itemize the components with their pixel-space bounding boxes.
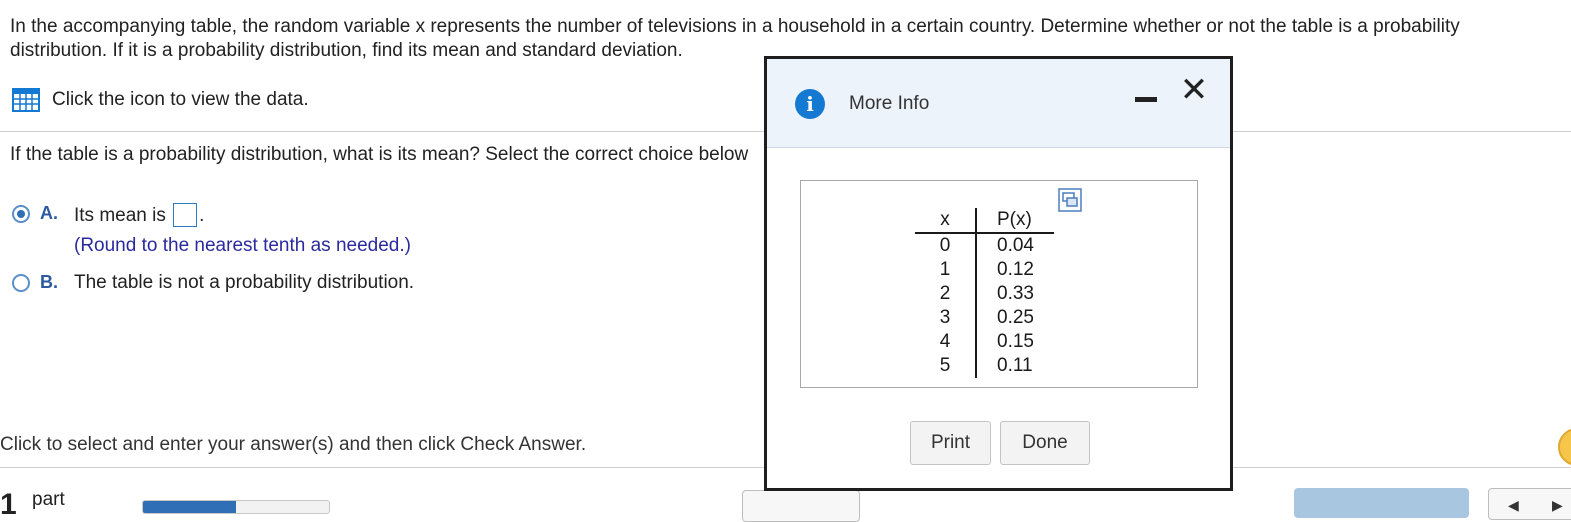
next-arrow-icon[interactable]: ▶ — [1552, 497, 1563, 514]
table-row: 5 0.11 — [915, 354, 1054, 378]
table-row: 0 0.04 — [915, 233, 1054, 258]
choice-b-text: The table is not a probability distribut… — [74, 272, 415, 293]
mean-answer-input[interactable] — [173, 203, 198, 227]
done-button[interactable]: Done — [1000, 421, 1090, 465]
cell-x: 1 — [915, 258, 977, 282]
rounding-hint: (Round to the nearest tenth as needed.) — [74, 235, 411, 256]
cell-x: 2 — [915, 282, 977, 306]
cell-x: 5 — [915, 354, 977, 378]
cell-x: 0 — [915, 233, 977, 258]
choice-a-suffix: . — [199, 205, 205, 226]
probability-table: x P(x) 0 0.04 1 0.12 2 0.33 3 0.25 4 0.15 5 0.11 — [915, 208, 1054, 378]
info-icon: i — [795, 89, 825, 119]
grid-table-icon[interactable] — [12, 88, 40, 112]
print-button[interactable]: Print — [910, 421, 991, 465]
header-x: x — [915, 208, 977, 234]
choice-a-label: Its mean is — [74, 205, 166, 226]
table-row: 4 0.15 — [915, 330, 1054, 354]
prompt-text: If the table is a probability distributi… — [10, 144, 749, 165]
minimize-icon[interactable] — [1135, 97, 1157, 102]
cell-px: 0.25 — [997, 307, 1034, 328]
part-number: 1 — [0, 488, 17, 521]
cell-px: 0.11 — [997, 355, 1033, 376]
check-answer-button[interactable] — [1294, 488, 1469, 518]
choice-a-text: Its mean is . (Round to the nearest tent… — [74, 203, 411, 257]
clear-all-button[interactable] — [742, 490, 860, 522]
prev-arrow-icon[interactable]: ◀ — [1508, 497, 1519, 514]
cell-x: 4 — [915, 330, 977, 354]
instruction-text: Click to select and enter your answer(s)… — [0, 434, 587, 455]
close-icon[interactable]: ✕ — [1177, 73, 1211, 107]
cell-x: 3 — [915, 306, 977, 330]
cell-px: 0.33 — [997, 283, 1034, 304]
more-info-dialog: i More Info ✕ x P(x) 0 0.04 1 0.12 2 0.33 3 0.2… — [764, 56, 1233, 491]
table-row: 3 0.25 — [915, 306, 1054, 330]
choice-b-letter: B. — [40, 272, 58, 292]
progress-bar — [142, 500, 330, 514]
table-row: 1 0.12 — [915, 258, 1054, 282]
cell-px: 0.04 — [997, 235, 1034, 256]
table-header-row: x P(x) — [915, 208, 1054, 234]
help-icon[interactable] — [1558, 428, 1571, 466]
dialog-title: More Info — [849, 93, 930, 114]
choice-a-letter: A. — [40, 203, 58, 223]
dialog-header: i More Info ✕ — [767, 59, 1230, 148]
choice-b[interactable]: B. The table is not a probability distri… — [12, 272, 414, 294]
table-row: 2 0.33 — [915, 282, 1054, 306]
data-table-frame: x P(x) 0 0.04 1 0.12 2 0.33 3 0.25 4 0.15 5 0.11 — [800, 180, 1198, 388]
progress-fill — [143, 501, 236, 513]
copy-icon[interactable] — [1058, 188, 1082, 212]
view-data-link[interactable]: Click the icon to view the data. — [12, 88, 309, 112]
radio-a[interactable] — [12, 205, 30, 223]
choice-a[interactable]: A. Its mean is . (Round to the nearest t… — [12, 203, 411, 257]
header-px: P(x) — [976, 208, 1054, 234]
radio-b[interactable] — [12, 274, 30, 292]
view-data-label[interactable]: Click the icon to view the data. — [52, 89, 309, 111]
cell-px: 0.15 — [997, 331, 1034, 352]
cell-px: 0.12 — [997, 259, 1034, 280]
